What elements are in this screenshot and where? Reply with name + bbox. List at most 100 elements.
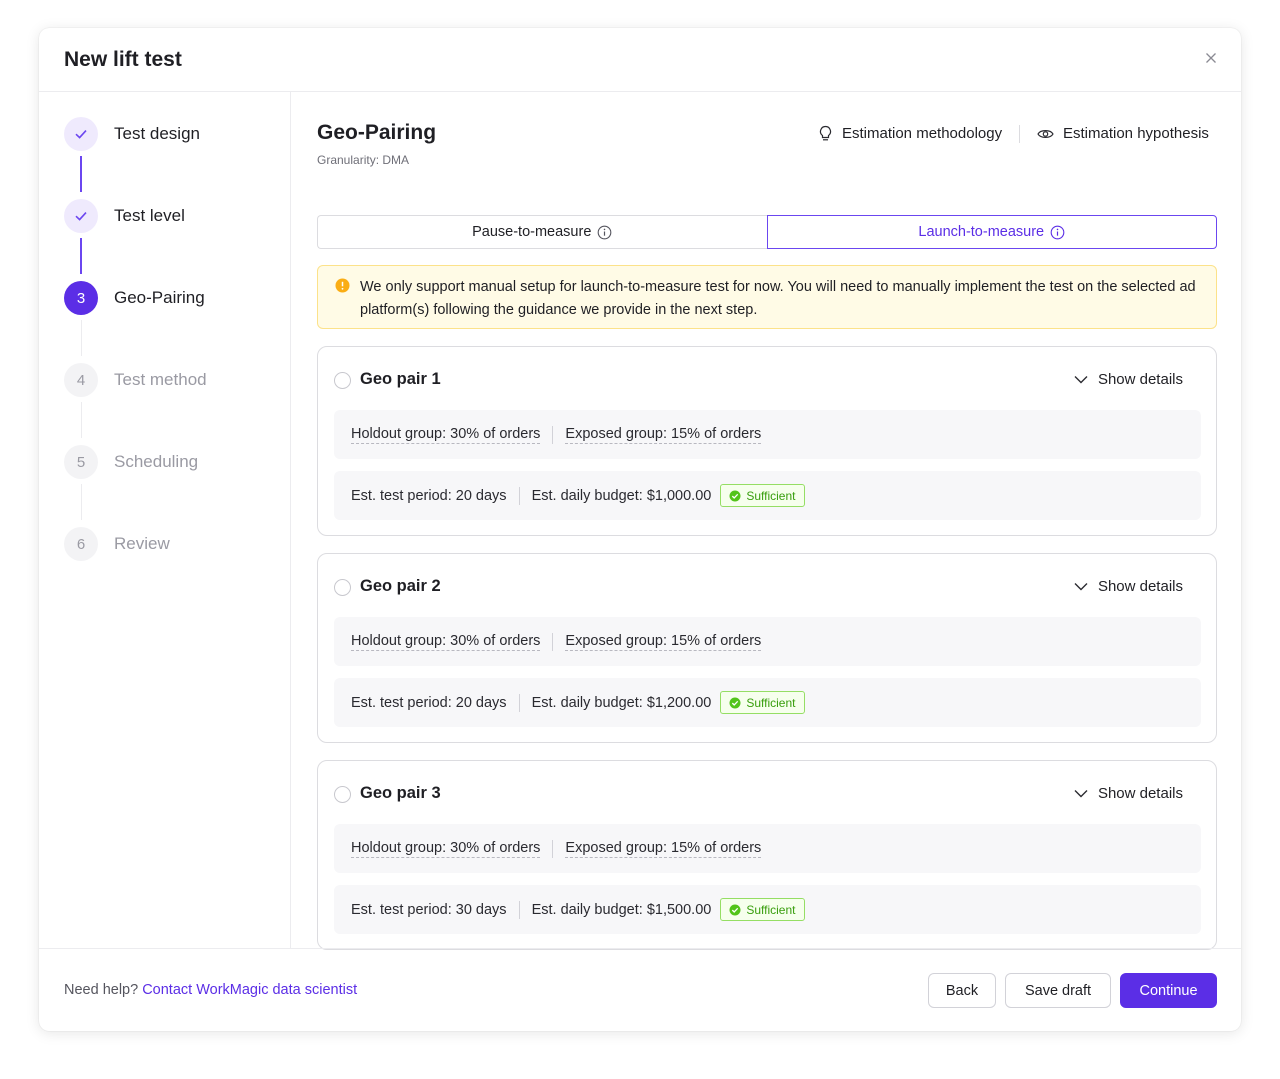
step-circle [64, 117, 98, 151]
row-divider [552, 632, 554, 651]
alert-text: We only support manual setup for launch-… [360, 279, 1196, 318]
exposed-group: Exposed group: 15% of orders [565, 425, 762, 444]
pair-title: Geo pair 3 [360, 784, 441, 802]
group-split-row: Holdout group: 30% of orders Exposed gro… [334, 410, 1201, 459]
info-icon [1050, 225, 1065, 239]
check-circle-icon [729, 904, 741, 915]
test-period: Est. test period: 20 days [351, 694, 507, 711]
measure-mode-tabs: Pause-to-measure Launch-to-measure [317, 215, 1217, 249]
show-details-toggle[interactable]: Show details [1074, 371, 1183, 388]
show-details-toggle[interactable]: Show details [1074, 578, 1183, 595]
pair-radio[interactable] [334, 579, 351, 596]
step-label: Test level [114, 206, 185, 225]
close-icon [1206, 53, 1216, 63]
estimate-row: Est. test period: 20 days Est. daily bud… [334, 678, 1201, 727]
step-circle [64, 199, 98, 233]
daily-budget: Est. daily budget: $1,000.00 [531, 487, 712, 504]
geo-pair-card[interactable]: Geo pair 3 Show details Holdout group: 3… [317, 760, 1217, 950]
contact-data-scientist-link[interactable]: Contact WorkMagic data scientist [142, 982, 357, 998]
pair-title: Geo pair 2 [360, 577, 441, 595]
tab-label: Pause-to-measure [472, 224, 592, 240]
check-icon [75, 212, 87, 221]
step-test-level[interactable]: Test level [64, 199, 284, 233]
info-icon [598, 225, 612, 239]
help-prefix: Need help? [64, 982, 139, 998]
pair-title: Geo pair 1 [360, 370, 441, 388]
section-title: Geo-Pairing [317, 121, 437, 144]
save-draft-button[interactable]: Save draft [1005, 973, 1111, 1008]
step-label: Test method [114, 370, 207, 389]
group-split-row: Holdout group: 30% of orders Exposed gro… [334, 617, 1201, 666]
estimate-row: Est. test period: 30 days Est. daily bud… [334, 885, 1201, 934]
main-content: Geo-Pairing Granularity: DMA Estimation … [292, 92, 1241, 950]
test-period: Est. test period: 20 days [351, 487, 507, 504]
check-icon [75, 130, 87, 139]
eye-icon [1037, 129, 1054, 138]
step-connector [80, 402, 82, 438]
status-badge-label: Sufficient [746, 902, 796, 917]
modal-footer: Need help? Contact WorkMagic data scient… [39, 948, 1241, 1031]
row-divider [552, 839, 554, 858]
row-divider [518, 486, 520, 505]
estimation-hypothesis-link[interactable]: Estimation hypothesis [1037, 125, 1209, 142]
step-number: 3 [64, 281, 98, 315]
new-lift-test-modal: New lift test Test design Test level 3 G… [39, 28, 1241, 1031]
show-details-label: Show details [1097, 578, 1183, 595]
back-button[interactable]: Back [928, 973, 996, 1008]
estimate-row: Est. test period: 20 days Est. daily bud… [334, 471, 1201, 520]
row-divider [552, 425, 554, 444]
modal-title: New lift test [64, 48, 182, 71]
geo-pair-card[interactable]: Geo pair 1 Show details Holdout group: 3… [317, 346, 1217, 536]
step-test-design[interactable]: Test design [64, 117, 284, 151]
step-geo-pairing[interactable]: 3 Geo-Pairing [64, 281, 284, 315]
pair-radio[interactable] [334, 786, 351, 803]
chevron-down-icon [1074, 790, 1088, 798]
check-circle-icon [729, 697, 741, 708]
step-connector [80, 238, 82, 274]
modal-header: New lift test [39, 28, 1241, 92]
step-number: 5 [64, 445, 98, 479]
manual-setup-alert: We only support manual setup for launch-… [317, 265, 1217, 329]
continue-button[interactable]: Continue [1120, 973, 1217, 1008]
daily-budget: Est. daily budget: $1,200.00 [531, 694, 712, 711]
row-divider [518, 900, 520, 919]
tab-label: Launch-to-measure [918, 224, 1045, 240]
show-details-label: Show details [1097, 785, 1183, 802]
estimation-methodology-link[interactable]: Estimation methodology [818, 125, 1002, 142]
step-connector [80, 156, 82, 192]
header-divider [1019, 125, 1020, 143]
holdout-group: Holdout group: 30% of orders [351, 839, 541, 858]
show-details-label: Show details [1097, 371, 1183, 388]
status-badge-label: Sufficient [746, 695, 796, 710]
check-circle-icon [729, 490, 741, 501]
test-period: Est. test period: 30 days [351, 901, 507, 918]
chevron-down-icon [1074, 376, 1088, 384]
close-button[interactable] [1203, 50, 1219, 66]
step-scheduling[interactable]: 5 Scheduling [64, 445, 284, 479]
geo-pair-card[interactable]: Geo pair 2 Show details Holdout group: 3… [317, 553, 1217, 743]
daily-budget: Est. daily budget: $1,500.00 [531, 901, 712, 918]
tab-pause-to-measure[interactable]: Pause-to-measure [317, 215, 767, 249]
status-badge-label: Sufficient [746, 488, 796, 503]
show-details-toggle[interactable]: Show details [1074, 785, 1183, 802]
stepper-sidebar: Test design Test level 3 Geo-Pairing 4 T… [39, 92, 291, 948]
step-connector [80, 484, 82, 520]
holdout-group: Holdout group: 30% of orders [351, 425, 541, 444]
step-number: 6 [64, 527, 98, 561]
row-divider [518, 693, 520, 712]
exposed-group: Exposed group: 15% of orders [565, 632, 762, 651]
pair-radio[interactable] [334, 372, 351, 389]
estimation-hypothesis-label: Estimation hypothesis [1063, 125, 1209, 142]
step-connector [80, 320, 82, 356]
estimation-methodology-label: Estimation methodology [842, 125, 1003, 142]
holdout-group: Holdout group: 30% of orders [351, 632, 541, 651]
step-review[interactable]: 6 Review [64, 527, 284, 561]
status-badge: Sufficient [720, 898, 805, 921]
lightbulb-icon [819, 125, 832, 141]
step-label: Scheduling [114, 452, 199, 471]
help-text: Need help? Contact WorkMagic data scient… [64, 982, 357, 998]
warning-icon [335, 278, 350, 293]
step-test-method[interactable]: 4 Test method [64, 363, 284, 397]
tab-launch-to-measure[interactable]: Launch-to-measure [766, 215, 1217, 249]
exposed-group: Exposed group: 15% of orders [565, 839, 762, 858]
